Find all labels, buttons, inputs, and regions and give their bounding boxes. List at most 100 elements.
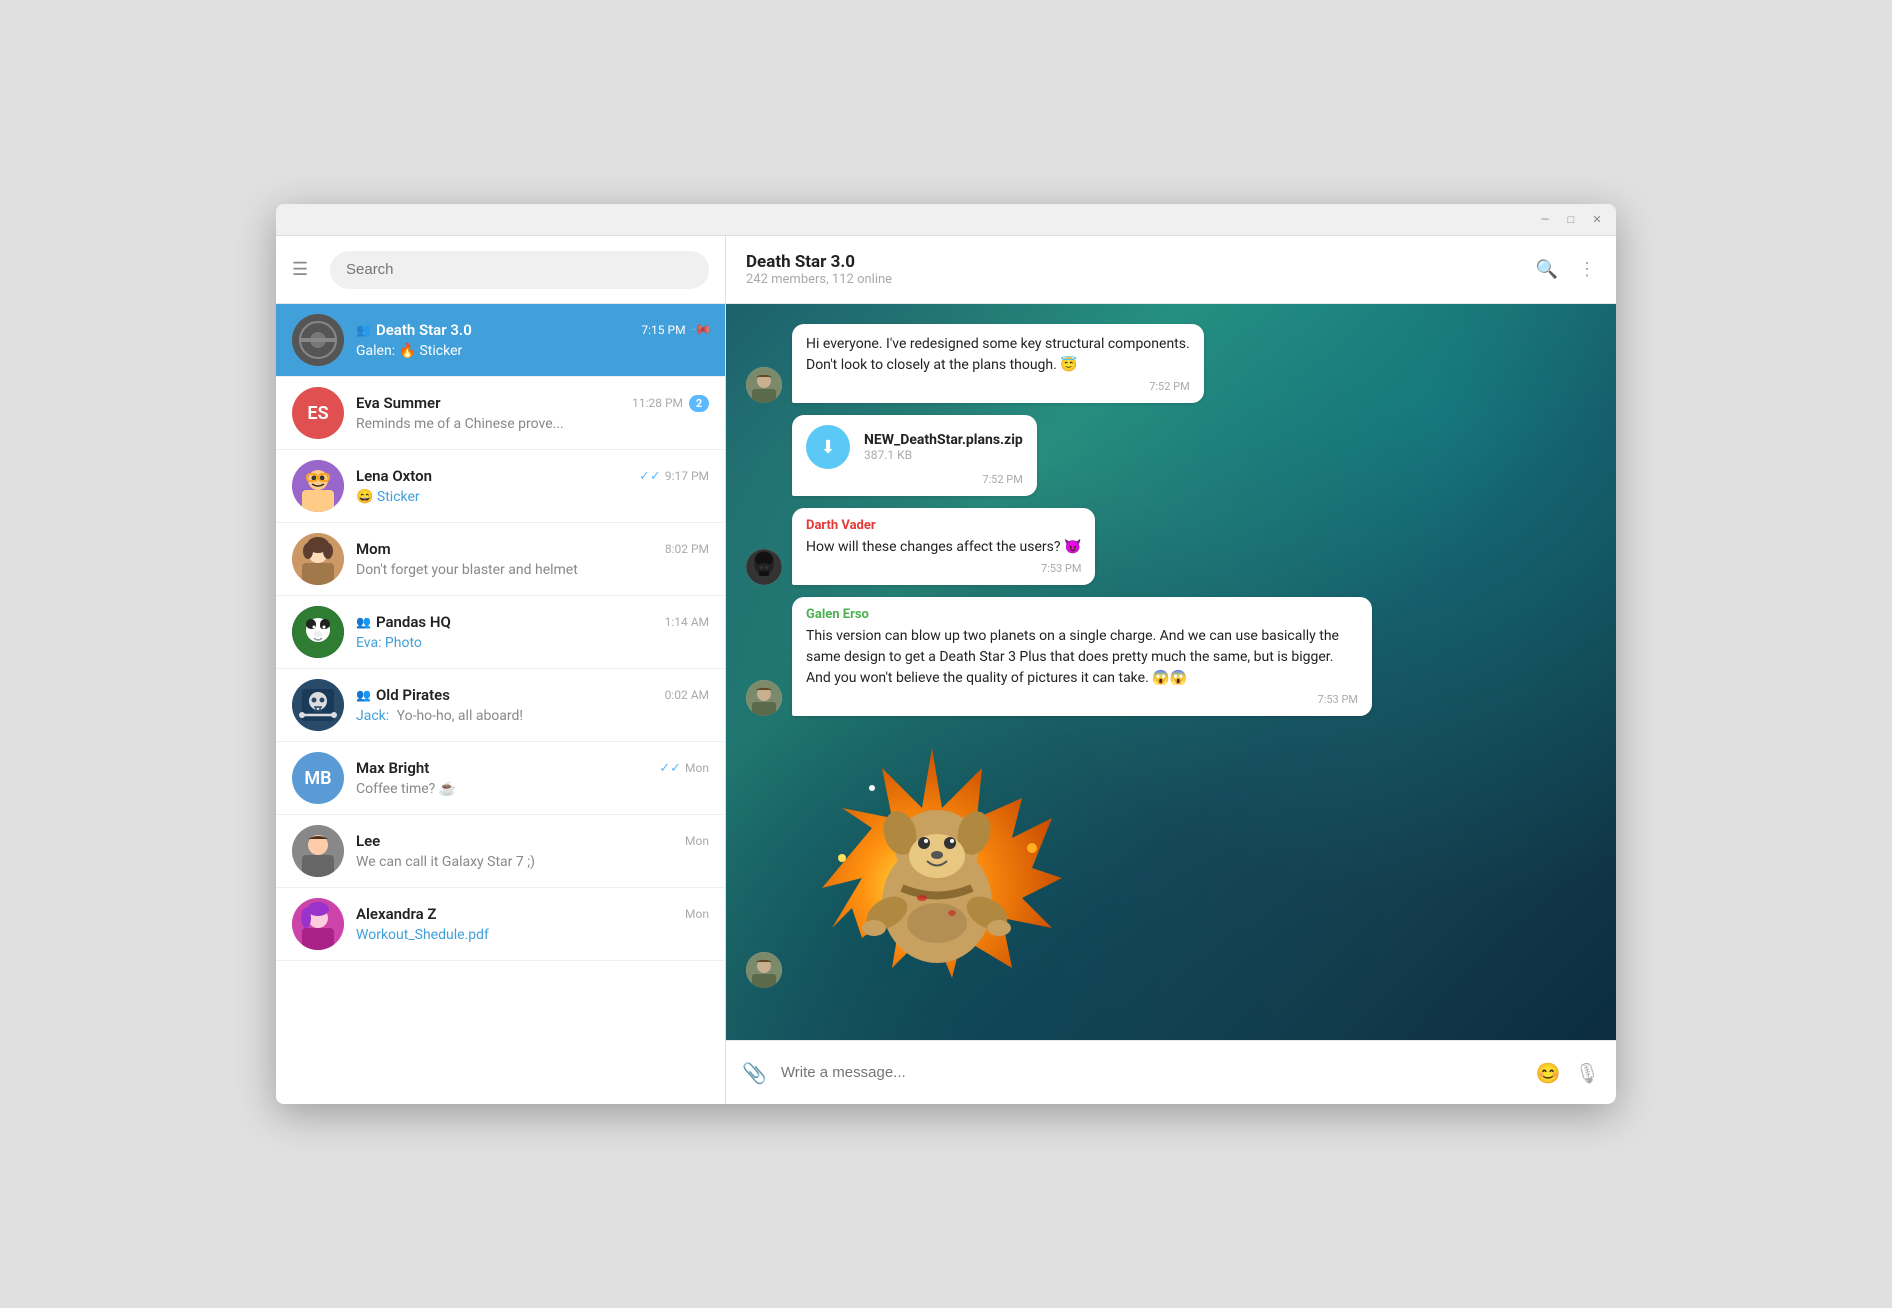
chat-name-lee: Lee bbox=[356, 832, 380, 850]
message-bubble-1: Hi everyone. I've redesigned some key st… bbox=[792, 324, 1204, 403]
message-time-1: 7:52 PM bbox=[806, 380, 1190, 393]
file-download-icon[interactable]: ⬇ bbox=[806, 425, 850, 469]
voice-icon[interactable]: 🎙 bbox=[1575, 1061, 1600, 1085]
message-avatar-galen-1 bbox=[746, 367, 782, 403]
group-icon-death-star: 👥 bbox=[356, 323, 371, 337]
double-check-lena: ✓✓ bbox=[639, 469, 661, 484]
chat-time-lee: Mon bbox=[685, 834, 709, 848]
message-sender-galen: Galen Erso bbox=[806, 607, 1358, 622]
message-row-3: Darth Vader How will these changes affec… bbox=[746, 508, 1596, 585]
file-bubble: ⬇ NEW_DeathStar.plans.zip 387.1 KB bbox=[806, 425, 1023, 469]
message-row-sticker bbox=[746, 728, 1596, 988]
chat-time-lena-oxton: 9:17 PM bbox=[665, 469, 709, 483]
search-icon[interactable]: 🔍 bbox=[1536, 259, 1558, 280]
chat-time-max-bright: Mon bbox=[685, 761, 709, 775]
input-bar: 📎 😊 🎙 bbox=[726, 1040, 1616, 1104]
chat-header: Death Star 3.0 242 members, 112 online 🔍… bbox=[726, 236, 1616, 304]
chat-time-eva-summer: 11:28 PM bbox=[632, 396, 683, 410]
chat-list: 👥 Death Star 3.0 7:15 PM 📌 Galen: 🔥 Stic… bbox=[276, 304, 725, 1104]
sidebar-header: ☰ bbox=[276, 236, 725, 304]
chat-item-old-pirates[interactable]: 👥 Old Pirates 0:02 AM Jack: Yo-ho-ho, al… bbox=[276, 669, 725, 742]
message-row-4: Galen Erso This version can blow up two … bbox=[746, 597, 1596, 716]
chat-preview-max-bright: Coffee time? ☕ bbox=[356, 781, 709, 797]
chat-item-death-star[interactable]: 👥 Death Star 3.0 7:15 PM 📌 Galen: 🔥 Stic… bbox=[276, 304, 725, 377]
badge-eva-summer: 2 bbox=[689, 395, 709, 412]
avatar-eva-summer: ES bbox=[292, 387, 344, 439]
close-button[interactable]: ✕ bbox=[1590, 213, 1604, 227]
chat-item-max-bright[interactable]: MB Max Bright ✓✓ Mon Coffee time? ☕ bbox=[276, 742, 725, 815]
more-options-icon[interactable]: ⋮ bbox=[1578, 259, 1596, 280]
chat-header-info: Death Star 3.0 242 members, 112 online bbox=[746, 252, 1536, 287]
file-size: 387.1 KB bbox=[864, 448, 1023, 462]
chat-name-eva-summer: Eva Summer bbox=[356, 394, 441, 412]
message-row-1: Hi everyone. I've redesigned some key st… bbox=[746, 324, 1596, 403]
avatar-pandas-hq bbox=[292, 606, 344, 658]
chat-name-alexandra-z: Alexandra Z bbox=[356, 905, 436, 923]
chat-info-max-bright: Max Bright ✓✓ Mon Coffee time? ☕ bbox=[356, 759, 709, 797]
chat-name-old-pirates: 👥 Old Pirates bbox=[356, 686, 450, 704]
chat-name-pandas-hq: 👥 Pandas HQ bbox=[356, 613, 451, 631]
sidebar: ☰ bbox=[276, 236, 726, 1104]
message-time-3: 7:53 PM bbox=[806, 562, 1081, 575]
chat-info-mom: Mom 8:02 PM Don't forget your blaster an… bbox=[356, 540, 709, 578]
avatar-mom bbox=[292, 533, 344, 585]
chat-name-death-star: 👥 Death Star 3.0 bbox=[356, 321, 472, 339]
messages-area: Hi everyone. I've redesigned some key st… bbox=[726, 304, 1616, 1040]
avatar-max-bright: MB bbox=[292, 752, 344, 804]
chat-item-eva-summer[interactable]: ES Eva Summer 11:28 PM 2 Reminds me of a… bbox=[276, 377, 725, 450]
maximize-button[interactable]: □ bbox=[1564, 213, 1578, 227]
message-bubble-file: ⬇ NEW_DeathStar.plans.zip 387.1 KB 7:52 … bbox=[792, 415, 1037, 496]
chat-name-mom: Mom bbox=[356, 540, 391, 558]
chat-header-actions: 🔍 ⋮ bbox=[1536, 259, 1596, 280]
message-time-4: 7:53 PM bbox=[806, 693, 1358, 706]
message-bubble-3: Darth Vader How will these changes affec… bbox=[792, 508, 1095, 585]
message-avatar-galen-4 bbox=[746, 680, 782, 716]
message-avatar-galen-sticker bbox=[746, 952, 782, 988]
pin-icon: 📌 bbox=[688, 318, 712, 342]
chat-time-death-star: 7:15 PM bbox=[641, 323, 685, 337]
chat-title: Death Star 3.0 bbox=[746, 252, 1536, 272]
double-check-max: ✓✓ bbox=[659, 761, 681, 776]
chat-info-alexandra-z: Alexandra Z Mon Workout_Shedule.pdf bbox=[356, 905, 709, 943]
search-input[interactable] bbox=[346, 261, 693, 278]
chat-item-mom[interactable]: Mom 8:02 PM Don't forget your blaster an… bbox=[276, 523, 725, 596]
chat-info-pandas-hq: 👥 Pandas HQ 1:14 AM Eva: Photo bbox=[356, 613, 709, 651]
group-icon-pirates: 👥 bbox=[356, 688, 371, 702]
chat-info-lee: Lee Mon We can call it Galaxy Star 7 ;) bbox=[356, 832, 709, 870]
attach-icon[interactable]: 📎 bbox=[742, 1061, 767, 1085]
chat-item-lena-oxton[interactable]: Lena Oxton ✓✓ 9:17 PM 😄 Sticker bbox=[276, 450, 725, 523]
chat-time-mom: 8:02 PM bbox=[665, 542, 709, 556]
chat-panel: Death Star 3.0 242 members, 112 online 🔍… bbox=[726, 236, 1616, 1104]
chat-preview-eva-summer: Reminds me of a Chinese prove... bbox=[356, 416, 709, 432]
chat-info-old-pirates: 👥 Old Pirates 0:02 AM Jack: Yo-ho-ho, al… bbox=[356, 686, 709, 724]
chat-time-pandas-hq: 1:14 AM bbox=[665, 615, 709, 629]
message-text-3: How will these changes affect the users?… bbox=[806, 537, 1081, 558]
avatar-death-star bbox=[292, 314, 344, 366]
group-icon-pandas: 👥 bbox=[356, 615, 371, 629]
avatar-old-pirates bbox=[292, 679, 344, 731]
sticker-bubble bbox=[792, 728, 1072, 988]
hamburger-icon[interactable]: ☰ bbox=[292, 259, 316, 280]
minimize-button[interactable]: — bbox=[1538, 213, 1552, 227]
chat-name-lena-oxton: Lena Oxton bbox=[356, 467, 432, 485]
chat-info-eva-summer: Eva Summer 11:28 PM 2 Reminds me of a Ch… bbox=[356, 394, 709, 432]
chat-item-lee[interactable]: Lee Mon We can call it Galaxy Star 7 ;) bbox=[276, 815, 725, 888]
chat-item-pandas-hq[interactable]: 👥 Pandas HQ 1:14 AM Eva: Photo bbox=[276, 596, 725, 669]
chat-preview-pandas-hq: Eva: Photo bbox=[356, 635, 709, 651]
title-bar: — □ ✕ bbox=[276, 204, 1616, 236]
app-window: — □ ✕ ☰ bbox=[276, 204, 1616, 1104]
avatar-lena-oxton bbox=[292, 460, 344, 512]
chat-preview-old-pirates: Jack: Yo-ho-ho, all aboard! bbox=[356, 708, 709, 724]
search-box[interactable] bbox=[330, 251, 709, 289]
emoji-icon[interactable]: 😊 bbox=[1536, 1061, 1561, 1085]
chat-item-alexandra-z[interactable]: Alexandra Z Mon Workout_Shedule.pdf bbox=[276, 888, 725, 961]
message-bubble-4: Galen Erso This version can blow up two … bbox=[792, 597, 1372, 716]
message-text-1: Hi everyone. I've redesigned some key st… bbox=[806, 334, 1190, 376]
chat-preview-mom: Don't forget your blaster and helmet bbox=[356, 562, 709, 578]
message-time-2: 7:52 PM bbox=[806, 473, 1023, 486]
avatar-alexandra-z bbox=[292, 898, 344, 950]
chat-preview-alexandra-z: Workout_Shedule.pdf bbox=[356, 927, 709, 943]
chat-preview-death-star: Galen: 🔥 Sticker bbox=[356, 343, 709, 359]
message-input[interactable] bbox=[781, 1064, 1522, 1081]
file-name: NEW_DeathStar.plans.zip bbox=[864, 432, 1023, 448]
